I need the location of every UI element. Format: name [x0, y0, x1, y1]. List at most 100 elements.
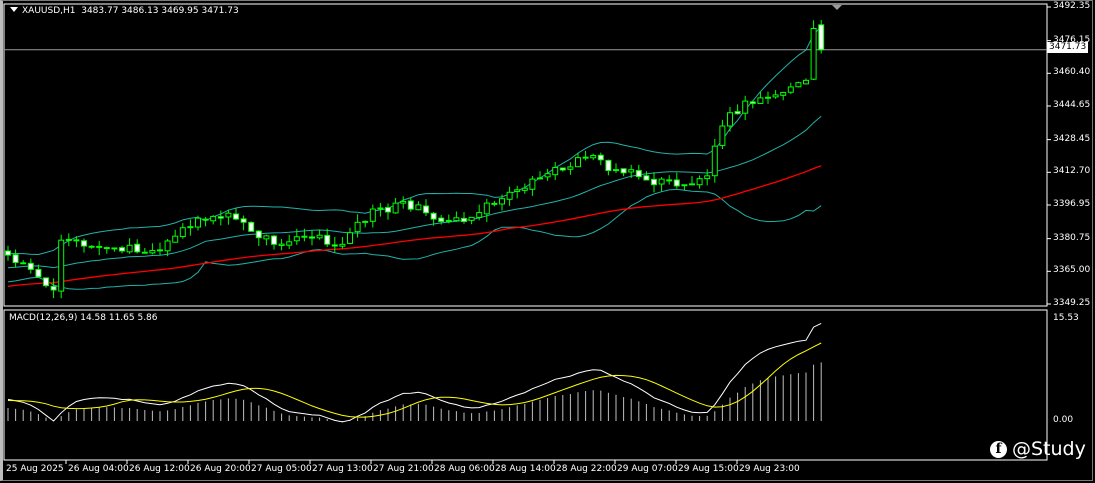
candle — [149, 243, 156, 255]
price-axis-label: 3476.15 — [1053, 34, 1091, 45]
bearish-candle-body — [635, 169, 642, 178]
chart-title: XAUUSD,H1 3483.77 3486.13 3469.95 3471.7… — [10, 6, 239, 17]
bullish-candle-body — [499, 198, 505, 205]
bearish-candle-body — [377, 207, 384, 210]
candle — [195, 215, 201, 231]
bearish-candle-body — [50, 285, 57, 291]
candle — [362, 220, 369, 228]
bollinger-upper-line — [7, 26, 822, 256]
candle — [286, 234, 293, 250]
bearish-candle-body — [20, 262, 27, 265]
bullish-candle-body — [172, 235, 179, 243]
candle — [134, 239, 141, 254]
bullish-candle-body — [506, 191, 513, 200]
bullish-candle-body — [719, 125, 726, 146]
bullish-candle-body — [164, 240, 171, 252]
bearish-candle-body — [233, 213, 239, 220]
time-axis-label: 28 Aug 22:00 — [556, 464, 617, 474]
bearish-candle-body — [255, 230, 262, 239]
macd-axis-label: 15.53 — [1053, 313, 1079, 323]
bearish-candle-body — [134, 243, 141, 253]
candle — [529, 176, 536, 196]
candle — [810, 20, 817, 81]
candle — [681, 184, 688, 191]
candle — [263, 234, 270, 246]
bearish-candle-body — [666, 179, 673, 182]
bullish-candle-body — [210, 215, 217, 222]
price-axis-label: 3444.65 — [1053, 100, 1091, 110]
candle — [309, 229, 315, 246]
bullish-candle-body — [529, 178, 536, 190]
bullish-candle-body — [757, 97, 764, 104]
bullish-candle-body — [780, 91, 787, 96]
candle — [316, 229, 323, 240]
bearish-candle-body — [5, 250, 11, 256]
candle — [605, 159, 612, 176]
bullish-candle-body — [711, 145, 718, 177]
time-axis-label: 29 Aug 23:00 — [739, 464, 800, 474]
bullish-candle-body — [476, 212, 483, 218]
bullish-candle-body — [552, 167, 559, 176]
bearish-candle-body — [643, 175, 650, 181]
macd-signal-line — [7, 342, 822, 418]
bullish-candle-body — [225, 212, 232, 218]
chart-canvas[interactable] — [0, 0, 1095, 483]
macd-axis-label: 0.00 — [1053, 415, 1074, 425]
time-axis-label: 27 Aug 13:00 — [312, 464, 373, 474]
macd-panel-border — [3, 309, 1048, 461]
candle — [742, 95, 749, 121]
candle — [202, 217, 209, 227]
candle — [711, 138, 718, 183]
bullish-candle-body — [537, 177, 543, 180]
candle — [613, 163, 619, 174]
bearish-candle-body — [461, 217, 467, 223]
bullish-candle-body — [278, 243, 285, 246]
bearish-candle-body — [407, 200, 414, 210]
candle — [172, 229, 179, 243]
candle — [392, 197, 399, 214]
candle — [248, 221, 255, 232]
bullish-candle-body — [772, 94, 779, 98]
candle — [255, 230, 262, 247]
bearish-candle-body — [12, 254, 19, 264]
bearish-candle-body — [385, 207, 391, 213]
bullish-candle-body — [468, 216, 475, 221]
candle — [537, 171, 543, 180]
time-axis-label: 29 Aug 07:00 — [617, 464, 678, 474]
ohlc-values: 3483.77 3486.13 3469.95 3471.73 — [81, 6, 239, 16]
time-axis-label: 25 Aug 2025 — [6, 464, 64, 474]
candle — [544, 168, 551, 181]
chart-shift-marker-icon — [832, 5, 842, 10]
price-axis-label: 3460.40 — [1053, 67, 1091, 78]
candle — [734, 104, 741, 115]
bullish-candle-body — [369, 208, 376, 222]
time-axis-label: 28 Aug 06:00 — [434, 464, 495, 474]
bullish-candle-body — [149, 250, 156, 254]
bearish-candle-body — [309, 236, 315, 239]
candle — [347, 227, 353, 245]
candle — [369, 204, 376, 228]
bearish-candle-body — [27, 262, 34, 270]
candle — [50, 278, 57, 299]
price-axis-label: 3412.70 — [1053, 166, 1091, 177]
bearish-candle-body — [88, 245, 95, 248]
dropdown-triangle-icon[interactable] — [10, 7, 18, 12]
candle — [787, 82, 794, 95]
candle — [582, 150, 589, 161]
bearish-candle-body — [605, 159, 612, 172]
bearish-candle-body — [689, 183, 695, 186]
bearish-candle-body — [202, 218, 209, 221]
candle — [453, 211, 460, 222]
bearish-candle-body — [620, 168, 627, 174]
bullish-candle-body — [681, 184, 688, 187]
candle — [597, 152, 604, 166]
bullish-candle-body — [286, 241, 293, 246]
bearish-candle-body — [651, 178, 657, 186]
bullish-candle-body — [765, 96, 771, 99]
candle — [157, 242, 163, 256]
watermark: f @Study — [990, 438, 1086, 460]
candle — [278, 238, 285, 251]
bullish-candle-body — [392, 202, 399, 214]
candle — [58, 234, 65, 299]
bullish-candle-body — [787, 86, 794, 93]
